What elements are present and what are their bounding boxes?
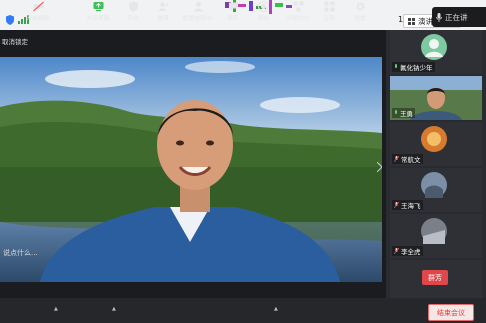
mic-muted-icon <box>394 248 399 254</box>
end-meeting-button[interactable]: 结束会议 <box>428 304 474 321</box>
invite-label: 邀请 <box>157 16 169 22</box>
record-button[interactable]: 录制 <box>247 1 279 22</box>
meeting-toolbar <box>0 298 486 323</box>
participant-tile-4[interactable]: 王海飞 <box>390 168 482 212</box>
breakout-rooms-button[interactable]: 分组讨论 <box>282 1 314 22</box>
apps-label: 应用 <box>323 16 335 22</box>
camera-off-icon <box>32 1 44 12</box>
record-label: 录制 <box>257 16 269 22</box>
participant-name: 王海飞 <box>401 202 421 210</box>
next-page-arrow-icon[interactable] <box>377 162 382 172</box>
active-speaker-indicator: 正在讲 <box>432 7 486 27</box>
video-toggle-label: 开启视频 <box>26 16 50 22</box>
shield-icon <box>128 1 138 12</box>
participant-name: 李全虎 <box>401 248 421 256</box>
apps-icon <box>324 1 334 12</box>
record-icon <box>257 1 269 12</box>
participant-name-tag: 李全虎 <box>392 246 423 256</box>
participant-video-list: 氟化钠少年 王勇 常航文 王海飞 李全虎 群芳 <box>386 30 486 298</box>
video-options-caret-icon[interactable]: ▲ <box>54 306 58 312</box>
participant-name: 氟化钠少年 <box>400 64 433 72</box>
end-meeting-label: 结束会议 <box>437 308 465 317</box>
manage-members-label: 管理成员(6) <box>182 16 214 22</box>
avatar <box>421 172 447 198</box>
gear-icon <box>355 2 365 11</box>
share-screen-icon <box>93 2 103 12</box>
participant-tile-1[interactable]: 氟化钠少年 <box>390 30 482 74</box>
breakout-icon <box>293 1 303 12</box>
participant-tile-2[interactable]: 王勇 <box>390 76 482 120</box>
microphone-icon <box>395 64 397 68</box>
speaking-label: 正在讲 <box>445 12 468 22</box>
participant-name: 常航文 <box>401 156 421 164</box>
settings-button[interactable]: 设置 <box>344 1 376 22</box>
avatar <box>421 126 447 152</box>
chat-icon <box>228 2 238 11</box>
members-icon <box>193 2 203 12</box>
invite-button[interactable]: 邀请 <box>147 1 179 22</box>
invite-icon <box>158 2 169 11</box>
avatar <box>421 34 447 60</box>
avatar: 群芳 <box>422 270 448 285</box>
cancel-pin-button[interactable]: 取消锁定 <box>2 36 28 46</box>
participant-name-tag: 王海飞 <box>392 200 423 210</box>
participant-name: 群芳 <box>428 273 442 282</box>
participant-name-tag: 王勇 <box>392 108 415 118</box>
microphone-icon <box>436 12 442 22</box>
participant-tile-5[interactable]: 李全虎 <box>390 214 482 258</box>
shield-icon <box>6 15 14 25</box>
chat-button[interactable]: 聊天 <box>217 1 249 22</box>
participant-name-tag: 常航文 <box>392 154 423 164</box>
breakout-rooms-label: 分组讨论 <box>286 16 310 22</box>
share-screen-label: 共享屏幕 <box>86 16 110 22</box>
security-button[interactable]: 安全 <box>117 1 149 22</box>
participant-name-tag: 氟化钠少年 <box>392 62 435 72</box>
avatar <box>421 218 447 244</box>
settings-label: 设置 <box>354 16 366 22</box>
chat-label: 聊天 <box>227 16 239 22</box>
participant-tile-3[interactable]: 常航文 <box>390 122 482 166</box>
manage-members-button[interactable]: 管理成员(6) <box>182 1 214 22</box>
grid-view-icon <box>408 17 415 25</box>
mic-muted-icon <box>394 156 399 162</box>
participant-name: 王勇 <box>400 110 413 118</box>
participant-tile-6[interactable]: 群芳 <box>390 260 482 298</box>
speaker-video <box>0 57 382 282</box>
security-label: 安全 <box>127 16 139 22</box>
share-options-caret-icon[interactable]: ▲ <box>112 306 116 312</box>
microphone-icon <box>395 110 397 114</box>
mic-muted-icon <box>394 202 399 208</box>
record-options-caret-icon[interactable]: ▲ <box>274 306 278 312</box>
share-screen-button[interactable]: 共享屏幕 <box>82 1 114 22</box>
chat-input-preview[interactable]: 说点什么... <box>3 248 38 258</box>
video-toggle-button[interactable]: 开启视频 <box>22 1 54 22</box>
apps-button[interactable]: 应用 <box>313 1 345 22</box>
